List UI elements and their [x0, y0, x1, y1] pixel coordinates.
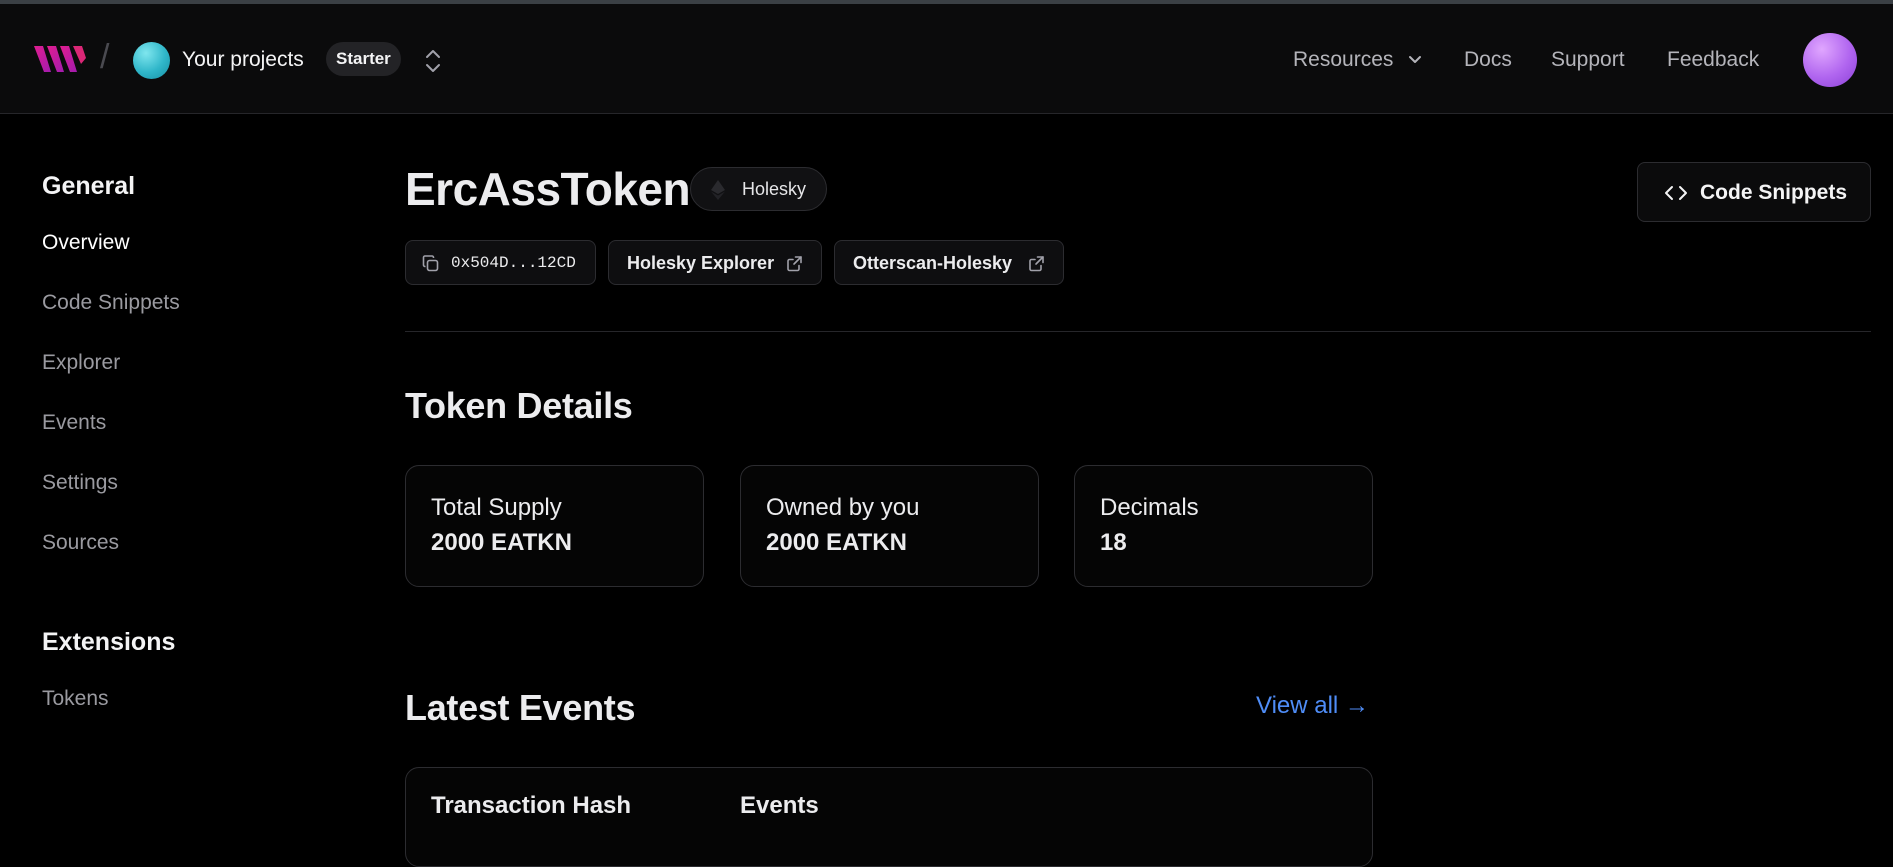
code-snippets-label: Code Snippets — [1700, 181, 1848, 204]
stat-value: 18 — [1100, 529, 1127, 556]
breadcrumb-separator: / — [100, 38, 110, 76]
plan-badge: Starter — [326, 42, 401, 76]
project-title[interactable]: Your projects — [182, 48, 304, 72]
network-badge: Holesky — [690, 167, 827, 211]
latest-events-heading: Latest Events — [405, 687, 636, 728]
sidebar-item-tokens[interactable]: Tokens — [42, 687, 109, 711]
external-link-icon — [1029, 256, 1044, 272]
sidebar-item-explorer[interactable]: Explorer — [42, 351, 120, 375]
nav-support[interactable]: Support — [1551, 48, 1625, 72]
otterscan-holesky-link[interactable]: Otterscan-Holesky — [834, 240, 1064, 285]
ethereum-icon — [711, 180, 725, 200]
token-details-heading: Token Details — [405, 385, 633, 426]
sidebar-item-events[interactable]: Events — [42, 411, 106, 435]
contract-address: 0x504D...12CD — [451, 254, 576, 272]
sidebar-item-overview[interactable]: Overview — [42, 231, 130, 255]
code-icon — [1665, 186, 1687, 200]
nav-feedback[interactable]: Feedback — [1667, 48, 1759, 72]
stat-label: Total Supply — [431, 494, 562, 521]
external-link-icon — [787, 256, 802, 272]
code-snippets-button[interactable]: Code Snippets — [1637, 162, 1871, 222]
stat-label: Owned by you — [766, 494, 920, 521]
top-navbar: / Your projects Starter Resources Docs S… — [0, 4, 1893, 114]
project-avatar[interactable] — [133, 42, 170, 79]
nav-docs[interactable]: Docs — [1464, 48, 1512, 72]
sidebar-item-code-snippets[interactable]: Code Snippets — [42, 291, 180, 315]
sidebar-item-sources[interactable]: Sources — [42, 531, 119, 555]
section-divider — [405, 331, 1871, 332]
copy-icon — [422, 255, 439, 272]
copy-address-button[interactable]: 0x504D...12CD — [405, 240, 596, 285]
network-label: Holesky — [742, 179, 807, 199]
page-title: ErcAssToken — [405, 163, 691, 215]
column-header-events[interactable]: Events — [740, 792, 819, 820]
stat-value: 2000 EATKN — [431, 529, 572, 556]
sidebar-item-settings[interactable]: Settings — [42, 471, 118, 495]
user-avatar[interactable] — [1803, 33, 1857, 87]
nav-resources[interactable]: Resources — [1293, 48, 1393, 72]
view-all-link[interactable]: View all → — [1256, 692, 1369, 720]
column-header-transaction-hash[interactable]: Transaction Hash — [431, 792, 631, 820]
sidebar-heading-extensions: Extensions — [42, 628, 176, 656]
stat-card-total-supply: Total Supply 2000 EATKN — [405, 465, 704, 587]
stat-card-decimals: Decimals 18 — [1074, 465, 1373, 587]
stat-label: Decimals — [1100, 494, 1199, 521]
otterscan-holesky-label: Otterscan-Holesky — [853, 253, 1013, 273]
stat-value: 2000 EATKN — [766, 529, 907, 556]
brand-logo-icon[interactable] — [34, 42, 86, 78]
holesky-explorer-link[interactable]: Holesky Explorer — [608, 240, 822, 285]
chevron-down-icon[interactable] — [1406, 51, 1424, 69]
events-table: Transaction Hash Events — [405, 767, 1373, 867]
stat-card-owned: Owned by you 2000 EATKN — [740, 465, 1039, 587]
chevron-up-down-icon[interactable] — [420, 46, 446, 76]
holesky-explorer-label: Holesky Explorer — [627, 253, 775, 273]
sidebar-heading-general: General — [42, 172, 136, 200]
